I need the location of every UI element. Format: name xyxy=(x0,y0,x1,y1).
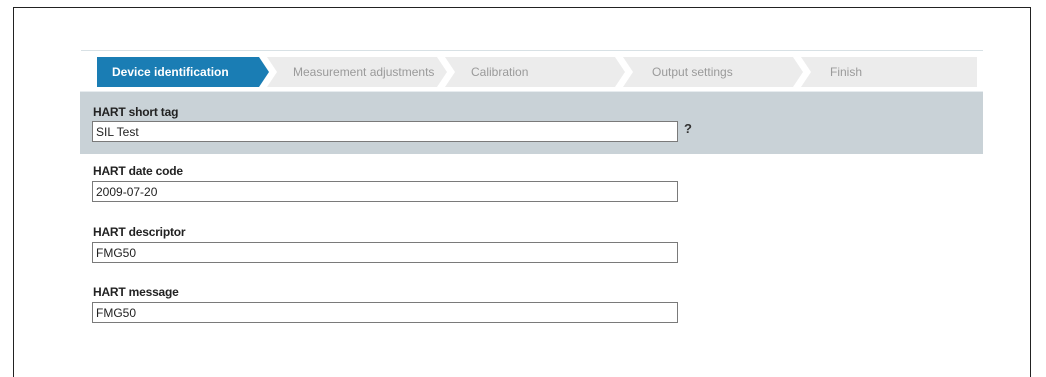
message-label: HART message xyxy=(93,285,179,299)
step-calibration[interactable]: Calibration xyxy=(471,57,528,87)
step-finish[interactable]: Finish xyxy=(830,57,862,87)
wizard-stepper: Device identification Measurement adjust… xyxy=(97,57,977,87)
help-icon[interactable]: ? xyxy=(684,121,692,136)
descriptor-label: HART descriptor xyxy=(93,225,186,239)
step-output-settings[interactable]: Output settings xyxy=(652,57,733,87)
step-device-identification[interactable]: Device identification xyxy=(112,57,229,87)
message-input[interactable] xyxy=(92,302,678,323)
short-tag-label: HART short tag xyxy=(93,105,179,119)
short-tag-input[interactable] xyxy=(92,121,678,142)
step-5-shape[interactable] xyxy=(801,57,977,87)
date-code-label: HART date code xyxy=(93,164,183,178)
descriptor-input[interactable] xyxy=(92,242,678,263)
separator-line xyxy=(81,50,983,51)
date-code-input[interactable] xyxy=(92,181,678,202)
step-measurement-adjustments[interactable]: Measurement adjustments xyxy=(293,57,434,87)
